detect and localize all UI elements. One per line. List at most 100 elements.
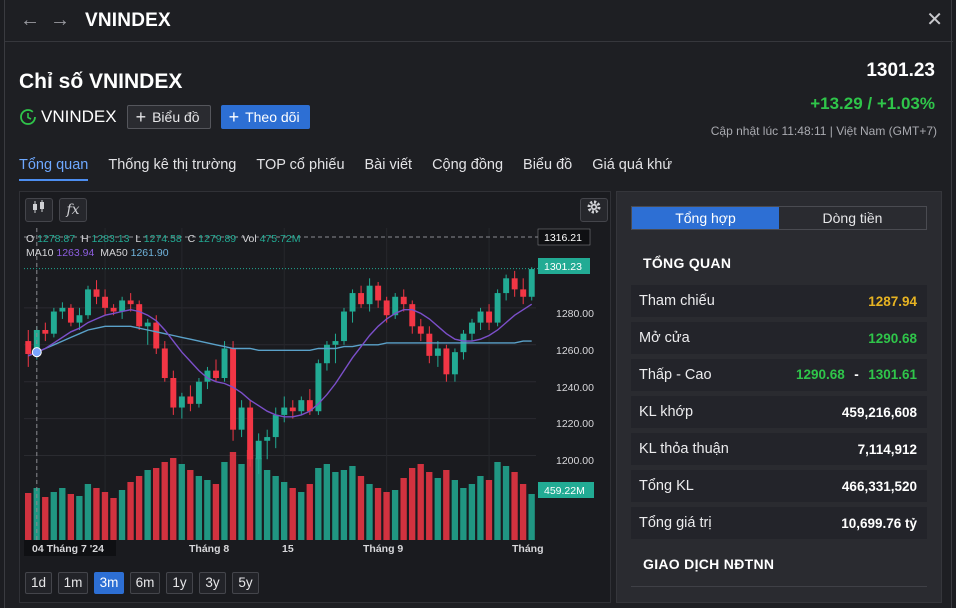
- candle-body: [67, 307, 74, 323]
- candle-body: [221, 348, 228, 378]
- ma-legend: MA10 1263.94 MA50 1261.90: [26, 247, 169, 259]
- tab-posts[interactable]: Bài viết: [365, 157, 413, 181]
- candle: [511, 270, 518, 297]
- stat-row-total-volume: Tổng KL 466,331,520: [631, 470, 927, 502]
- volume-bar: [434, 478, 441, 540]
- volume-bar: [315, 468, 322, 540]
- follow-button-label: Theo dõi: [245, 109, 300, 125]
- ohlc-legend: O 1278.87 H 1283.13 L 1274.58 C 1279.89 …: [26, 233, 300, 245]
- range-5y[interactable]: 5y: [232, 572, 259, 594]
- section-divider: [631, 586, 927, 587]
- candle: [366, 278, 373, 312]
- volume-bar: [187, 470, 194, 540]
- volume-bar: [272, 476, 279, 540]
- range-3y[interactable]: 3y: [199, 572, 226, 594]
- forward-arrow-icon[interactable]: →: [49, 9, 71, 31]
- price-chart[interactable]: O 1278.87 H 1283.13 L 1274.58 C 1279.89 …: [24, 228, 608, 556]
- candle: [93, 280, 100, 305]
- candle: [178, 392, 185, 419]
- candle-body: [358, 293, 365, 305]
- chart-button[interactable]: + Biểu đồ: [126, 105, 211, 129]
- crosshair-date-label: 04 Tháng 7 '24: [32, 543, 104, 555]
- tab-top-stocks[interactable]: TOP cổ phiếu: [256, 157, 344, 181]
- volume-bar: [374, 488, 382, 540]
- candle-body: [332, 341, 339, 345]
- range-6m[interactable]: 6m: [130, 572, 160, 594]
- close-icon[interactable]: ✕: [926, 9, 943, 31]
- candle-body: [511, 278, 518, 290]
- volume-bar: [67, 494, 74, 540]
- candle: [42, 322, 49, 342]
- candle-body: [366, 285, 373, 305]
- candlestick-icon[interactable]: [25, 198, 53, 222]
- back-arrow-icon[interactable]: ←: [19, 9, 41, 31]
- symbol-label: VNINDEX: [41, 107, 117, 126]
- tab-price-history[interactable]: Giá quá khứ: [592, 157, 672, 181]
- volume-bar: [110, 498, 117, 540]
- stat-label: Tổng KL: [639, 478, 694, 494]
- vnindex-window: ← → VNINDEX ✕ Chỉ số VNINDEX 1301.23 +13…: [4, 0, 953, 608]
- candle-body: [264, 437, 271, 441]
- current-price: 1301.23: [866, 60, 935, 81]
- tab-overview[interactable]: Tổng quan: [19, 157, 89, 181]
- follow-button[interactable]: + Theo dõi: [220, 105, 310, 129]
- volume-bar: [426, 472, 433, 540]
- volume-bar: [511, 472, 518, 540]
- range-1d[interactable]: 1d: [25, 572, 52, 594]
- volume-bar: [50, 492, 57, 540]
- candle-body: [42, 330, 49, 334]
- candle-body: [213, 370, 219, 378]
- range-1m[interactable]: 1m: [58, 572, 88, 594]
- candle-body: [110, 307, 117, 312]
- candle-body: [102, 296, 109, 308]
- x-label-aug: Tháng 8: [189, 543, 229, 555]
- candle-body: [520, 289, 527, 297]
- x-label-last: Tháng: [512, 543, 544, 555]
- candle: [59, 302, 66, 319]
- seg-cashflow[interactable]: Dòng tiền: [779, 207, 926, 229]
- stat-value: 1287.94: [868, 293, 917, 309]
- candle-body: [127, 300, 134, 305]
- tab-chart[interactable]: Biểu đồ: [523, 157, 572, 181]
- gear-icon[interactable]: [580, 198, 608, 222]
- volume-bar: [332, 472, 339, 540]
- stat-value: 1290.68: [868, 330, 917, 346]
- candle: [494, 289, 501, 327]
- indicator-fx-button[interactable]: fx: [59, 198, 87, 222]
- range-1y[interactable]: 1y: [166, 572, 193, 594]
- low-high-values: 1290.68 - 1301.61: [796, 366, 917, 384]
- range-3m[interactable]: 3m: [94, 572, 124, 594]
- candle-body: [451, 352, 458, 375]
- symbol-row: VNINDEX + Biểu đồ + Theo dõi: [19, 105, 310, 129]
- candle: [323, 341, 330, 371]
- candle: [451, 348, 458, 382]
- seg-summary[interactable]: Tổng hợp: [632, 207, 779, 229]
- candle-body: [119, 300, 126, 312]
- tab-community[interactable]: Cộng đồng: [432, 157, 503, 181]
- volume-bar: [349, 466, 356, 540]
- volume-bar: [135, 476, 143, 540]
- volume-bar: [178, 464, 185, 540]
- candle: [503, 274, 510, 301]
- volume-bar: [59, 488, 66, 540]
- volume-bar: [195, 476, 202, 540]
- candle: [25, 330, 32, 367]
- volume-bar: [212, 484, 220, 540]
- summary-segment: Tổng hợp Dòng tiền: [631, 206, 927, 230]
- candle-body: [281, 407, 288, 415]
- candle-body: [144, 322, 151, 327]
- volume-bar: [238, 464, 245, 540]
- volume-bar: [366, 484, 373, 540]
- top-bar: ← → VNINDEX ✕: [5, 0, 953, 42]
- volume-bar: [281, 482, 288, 540]
- tab-market-stats[interactable]: Thống kê thị trường: [108, 157, 236, 181]
- candle-body: [238, 407, 245, 430]
- volume-bar: [170, 458, 177, 540]
- candle: [144, 318, 151, 345]
- candle-body: [50, 311, 57, 334]
- candle-body: [528, 269, 535, 297]
- high-value: 1301.61: [868, 367, 917, 382]
- candle: [170, 370, 177, 415]
- volume-bar: [127, 482, 134, 540]
- crosshair-marker: [31, 347, 42, 358]
